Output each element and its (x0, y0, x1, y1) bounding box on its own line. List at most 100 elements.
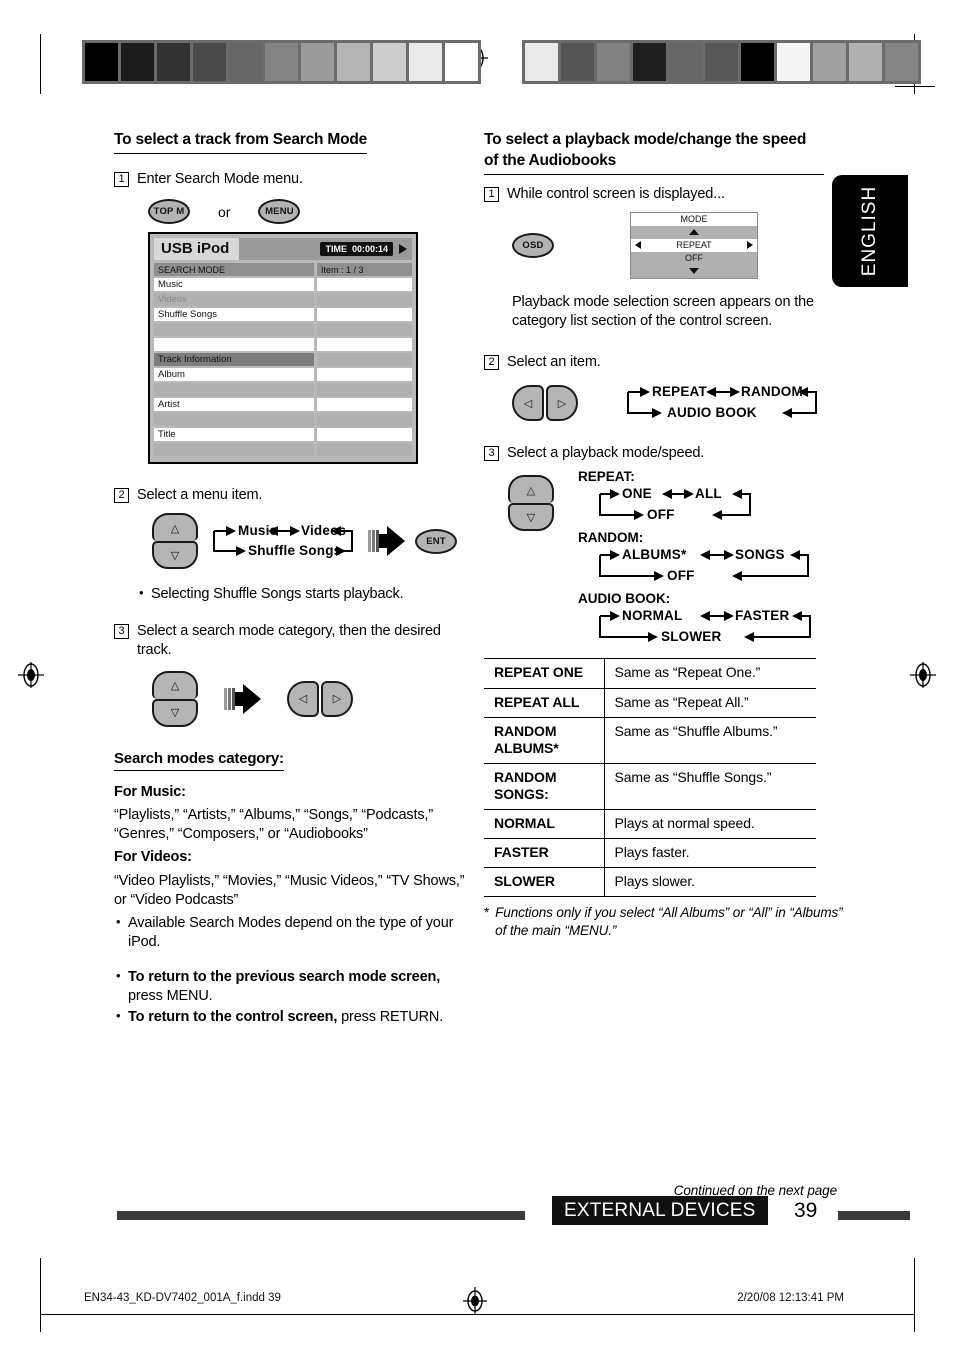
table-cell-mode: REPEAT ONE (484, 658, 605, 689)
screen-item-music[interactable]: Music (154, 278, 314, 292)
osd-scroll-down[interactable] (631, 264, 757, 278)
up-button[interactable]: △ (152, 513, 198, 542)
down-button[interactable]: ▽ (152, 541, 198, 570)
return-note-bold: To return to the control screen, (128, 1009, 338, 1026)
triangle-down-icon (689, 268, 699, 275)
table-row: FASTER Plays faster. (484, 838, 816, 868)
table-cell-description: Plays at normal speed. (604, 808, 816, 839)
screen-row-blank (154, 338, 314, 352)
screen-source-title: USB iPod (154, 238, 240, 261)
triangle-right-icon[interactable] (747, 241, 753, 250)
search-mode-header: SEARCH MODE (154, 263, 314, 277)
item-count-header: Item : 1 / 3 (317, 263, 412, 277)
screen-row-blank (317, 308, 412, 322)
left-button[interactable]: ◁ (287, 680, 319, 717)
table-row: NORMAL Plays at normal speed. (484, 808, 816, 839)
table-cell-mode: NORMAL (484, 808, 605, 839)
print-slug-line: EN34-43_KD-DV7402_001A_f.indd 39 2/20/08… (0, 1286, 954, 1332)
table-row: RANDOM SONGS: Same as “Shuffle Songs.” (484, 762, 816, 810)
table-cell-mode: RANDOM ALBUMS* (484, 716, 605, 764)
calibration-swatch (705, 43, 738, 81)
right-column: To select a playback mode/change the spe… (484, 130, 844, 939)
osd-current-item[interactable]: REPEAT (631, 238, 757, 252)
cycle-item-music: Music (238, 523, 278, 539)
left-button[interactable]: ◁ (512, 385, 544, 422)
left-step-3: 3 Select a search mode category, then th… (114, 622, 474, 660)
cycle-item-repeat: REPEAT (652, 384, 707, 400)
screen-row-blank (317, 413, 412, 427)
right-button[interactable]: ▷ (321, 680, 353, 717)
menu-button[interactable]: MENU (258, 199, 301, 225)
right-button[interactable]: ▷ (546, 385, 578, 422)
playback-modes-table: REPEAT ONE Same as “Repeat One.” REPEAT AL… (484, 658, 816, 898)
search-modes-heading: Search modes category: (114, 749, 284, 772)
up-down-rocker[interactable]: △ ▽ (152, 670, 198, 727)
table-cell-description: Same as “Shuffle Albums.” (604, 716, 816, 764)
track-information-header: Track Information (154, 353, 314, 367)
osd-panel-title: MODE (631, 212, 757, 226)
up-down-rocker[interactable]: △ ▽ (508, 475, 554, 532)
calibration-swatch (373, 43, 406, 81)
cycle-item-videos: Videos (301, 523, 347, 539)
triangle-left-icon[interactable] (635, 241, 641, 250)
step-number: 1 (114, 171, 129, 187)
step-text: Select a menu item. (137, 487, 263, 504)
calibration-swatch (409, 43, 442, 81)
or-label: or (218, 203, 231, 220)
calibration-swatch (337, 43, 370, 81)
up-button[interactable]: △ (508, 475, 554, 504)
down-button[interactable]: ▽ (152, 698, 198, 727)
top-menu-button[interactable]: TOP M (148, 199, 190, 225)
right-section-heading: To select a playback mode/change the spe… (484, 130, 824, 175)
osd-current-value: OFF (631, 251, 757, 265)
table-cell-description: Plays slower. (604, 867, 816, 898)
footer-rule-right (838, 1211, 910, 1220)
screen-item-videos[interactable]: Videos (154, 293, 314, 307)
osd-scroll-up[interactable] (631, 225, 757, 239)
time-label: TIME (325, 244, 347, 255)
right-step-3: 3 Select a playback mode/speed. (484, 444, 844, 463)
cycle-item-shuffle-songs: Shuffle Songs (248, 543, 342, 559)
play-icon (399, 244, 407, 255)
calibration-swatch (229, 43, 262, 81)
osd-mode-panel: MODE REPEAT OFF (630, 211, 758, 279)
screen-field-album: Album (154, 368, 314, 382)
left-right-rocker[interactable]: ◁ ▷ (287, 680, 353, 717)
table-row: RANDOM ALBUMS* Same as “Shuffle Albums.” (484, 716, 816, 764)
up-down-rocker[interactable]: △ ▽ (152, 513, 198, 570)
osd-item-label: REPEAT (676, 240, 712, 251)
left-right-rocker[interactable]: ◁ ▷ (512, 385, 578, 422)
manual-page: To select a track from Search Mode 1 Ent… (0, 0, 954, 1352)
group-label-audio-book: AUDIO BOOK: (578, 591, 671, 607)
table-row: REPEAT ONE Same as “Repeat One.” (484, 658, 816, 689)
calibration-swatch (265, 43, 298, 81)
screen-item-shuffle-songs[interactable]: Shuffle Songs (154, 308, 314, 322)
calibration-swatch (813, 43, 846, 81)
step3-diagram: △ ▽ REPEAT: ONE ALL OFF RANDOM: ALBUMS* … (508, 469, 844, 648)
osd-button[interactable]: OSD (512, 232, 554, 258)
footnote-marker: * (484, 905, 490, 921)
step-text: Select a search mode category, then the … (137, 623, 441, 659)
screen-row-blank (317, 323, 412, 337)
group-label-random: RANDOM: (578, 530, 644, 546)
up-button[interactable]: △ (152, 670, 198, 699)
language-tab-label: ENGLISH (859, 185, 880, 277)
then-arrow-icon (368, 526, 405, 557)
screen-row-blank (154, 323, 314, 337)
registration-mark-bottom (462, 1286, 488, 1315)
table-row: REPEAT ALL Same as “Repeat All.” (484, 687, 816, 718)
table-cell-description: Same as “Shuffle Songs.” (604, 762, 816, 810)
screen-row-blank (317, 398, 412, 412)
screen-time-badge: TIME 00:00:14 (320, 242, 393, 257)
down-button[interactable]: ▽ (508, 503, 554, 532)
enter-button[interactable]: ENT (415, 528, 457, 554)
return-notes-list: To return to the previous search mode sc… (114, 967, 474, 1027)
step-text: Select an item. (507, 354, 601, 371)
cycle-item-random: RANDOM (741, 384, 803, 400)
screen-left-pane: SEARCH MODE Music Videos Shuffle Songs T… (154, 263, 314, 458)
cycle-item-normal: NORMAL (622, 608, 683, 624)
screen-titlebar: USB iPod TIME 00:00:14 (154, 238, 412, 261)
calibration-bar-right (522, 40, 921, 84)
step2-note-list: Selecting Shuffle Songs starts playback. (137, 584, 474, 604)
then-arrow-icon (224, 683, 261, 714)
